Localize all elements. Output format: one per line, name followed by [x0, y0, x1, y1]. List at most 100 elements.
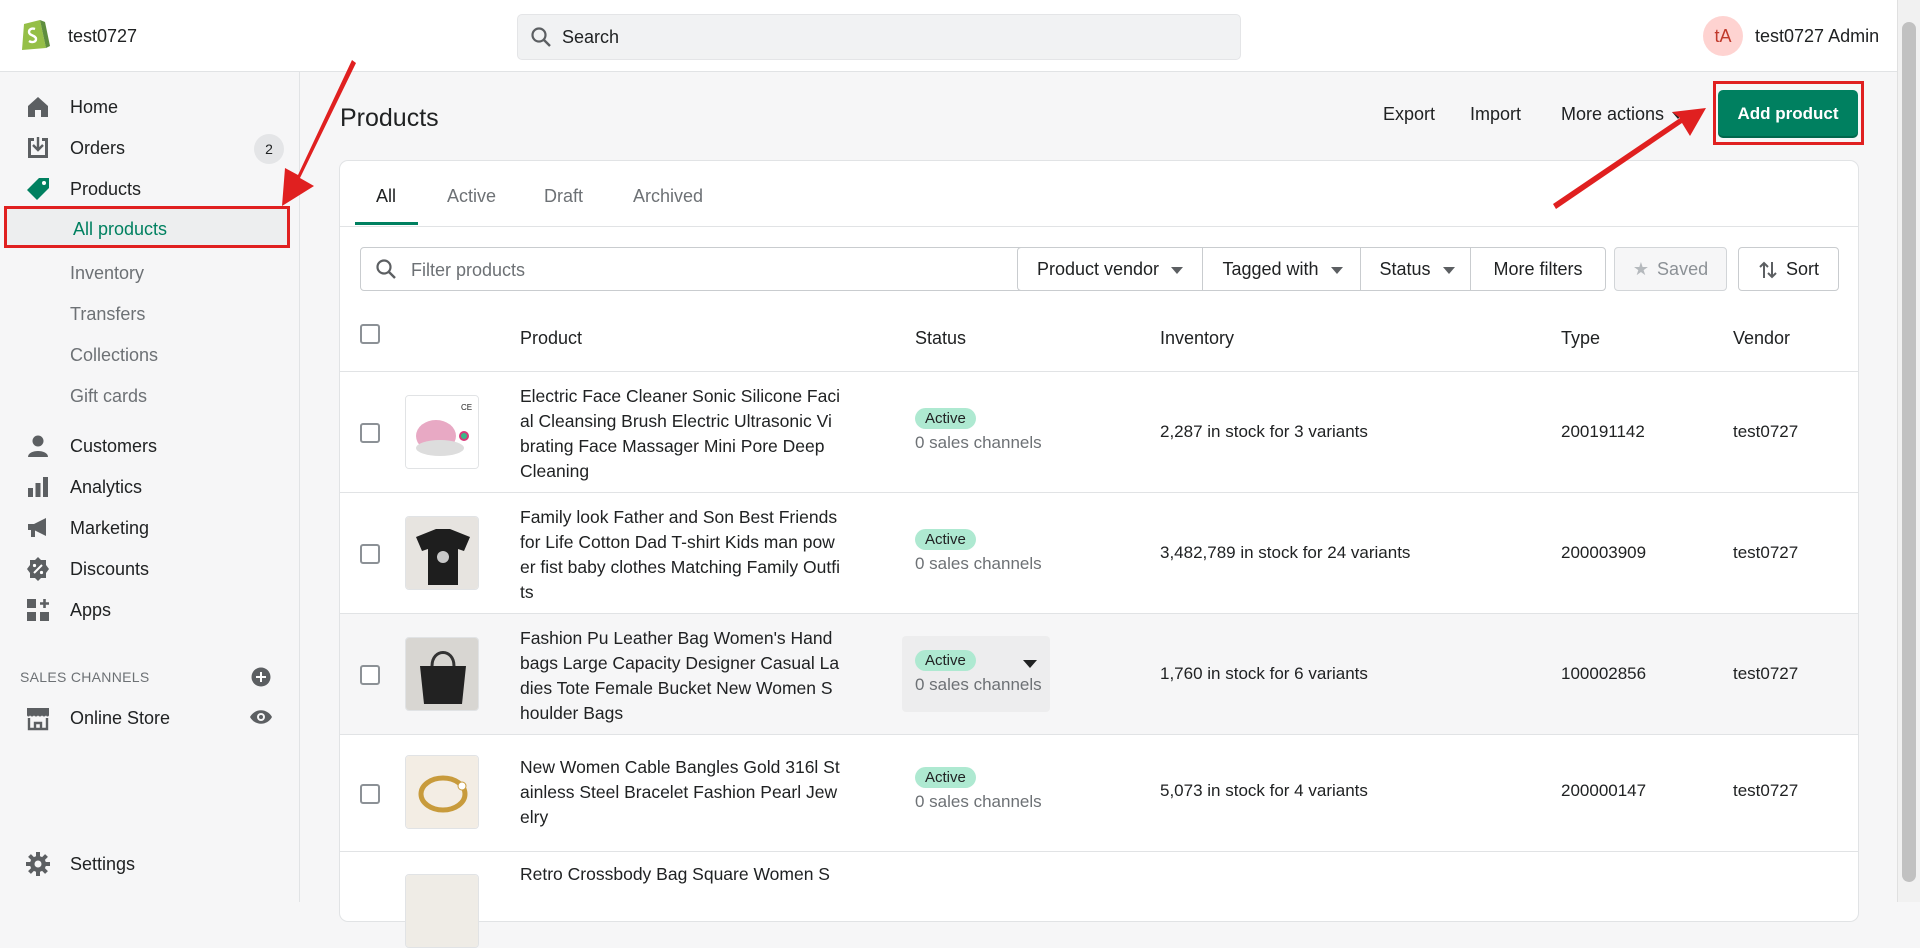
store-name[interactable]: test0727 [68, 26, 137, 47]
scrollbar-thumb[interactable] [1902, 22, 1916, 882]
status-cell[interactable]: Active 0 sales channels [915, 408, 1042, 453]
sidebar-item-label: Online Store [70, 708, 171, 728]
sidebar-item-all-products[interactable]: All products [4, 206, 290, 248]
product-thumbnail[interactable] [405, 516, 479, 590]
sidebar-item-discounts[interactable]: Discounts [0, 551, 299, 587]
product-thumbnail[interactable] [405, 874, 479, 948]
discount-icon [27, 557, 49, 581]
sidebar-item-label: Customers [70, 436, 158, 456]
type-text: 200000147 [1561, 781, 1647, 800]
saved-button[interactable]: ★ Saved [1614, 247, 1727, 291]
product-thumbnail[interactable] [405, 755, 479, 829]
crossbody-bag-image [406, 875, 478, 947]
product-name-link[interactable]: Retro Crossbody Bag Square Women S [520, 862, 840, 887]
vendor-text: test0727 [1733, 781, 1799, 800]
sidebar-item-label: Products [70, 179, 142, 199]
product-name-link[interactable]: Fashion Pu Leather Bag Women's Handbags … [520, 626, 840, 726]
svg-text:CE: CE [461, 403, 472, 412]
status-dropdown-icon[interactable] [1023, 660, 1037, 668]
store-icon [27, 708, 49, 731]
filter-label: Status [1379, 259, 1431, 279]
column-header-type[interactable]: Type [1561, 328, 1600, 349]
status-badge: Active [915, 529, 976, 550]
chevron-down-icon [1171, 266, 1184, 274]
filter-label: Tagged with [1222, 259, 1319, 279]
row-checkbox[interactable] [360, 665, 380, 685]
add-product-button[interactable]: Add product [1718, 90, 1858, 138]
product-thumbnail[interactable] [405, 637, 479, 711]
tagged-with-filter[interactable]: Tagged with [1202, 247, 1363, 291]
type-text: 200003909 [1561, 543, 1647, 562]
status-filter[interactable]: Status [1360, 247, 1474, 291]
row-checkbox[interactable] [360, 544, 380, 564]
scrollbar[interactable] [1897, 0, 1920, 902]
status-cell[interactable]: Active 0 sales channels [915, 529, 1042, 574]
bracelet-image [406, 756, 478, 828]
product-thumbnail[interactable]: CE [405, 395, 479, 469]
table-row[interactable]: New Women Cable Bangles Gold 316l Stainl… [340, 734, 1858, 852]
sidebar-item-label: All products [73, 219, 168, 239]
column-header-inventory[interactable]: Inventory [1160, 328, 1234, 349]
tab-draft[interactable]: Draft [544, 186, 583, 207]
products-card: All Active Draft Archived Filter product… [340, 161, 1858, 948]
inventory-text: 2,287 in stock for 3 variants [1160, 422, 1368, 441]
table-row[interactable]: Fashion Pu Leather Bag Women's Handbags … [340, 613, 1858, 735]
column-header-vendor[interactable]: Vendor [1733, 328, 1790, 349]
sidebar-item-marketing[interactable]: Marketing [0, 510, 299, 546]
tshirt-image [406, 517, 478, 589]
shopify-logo-icon[interactable] [18, 16, 50, 52]
product-name-link[interactable]: Family look Father and Son Best Friends … [520, 505, 840, 605]
home-icon [28, 97, 48, 117]
filter-placeholder: Filter products [411, 260, 526, 280]
sidebar-item-settings[interactable]: Settings [0, 846, 299, 882]
sales-channels-title: SALES CHANNELS [20, 669, 150, 685]
export-button[interactable]: Export [1383, 104, 1435, 125]
sidebar-item-apps[interactable]: Apps [0, 592, 299, 628]
tab-active[interactable]: Active [447, 186, 496, 207]
tab-archived[interactable]: Archived [633, 186, 703, 207]
product-vendor-filter[interactable]: Product vendor [1017, 247, 1203, 291]
column-header-status[interactable]: Status [915, 328, 966, 349]
vendor-text: test0727 [1733, 543, 1799, 562]
sidebar-item-customers[interactable]: Customers [0, 428, 299, 464]
eye-icon[interactable] [249, 708, 273, 726]
product-name-link[interactable]: Electric Face Cleaner Sonic Silicone Fac… [520, 384, 840, 484]
product-name-link[interactable]: New Women Cable Bangles Gold 316l Stainl… [520, 755, 840, 830]
tab-all[interactable]: All [376, 186, 396, 207]
status-cell[interactable]: Active 0 sales channels [915, 767, 1042, 812]
table-row[interactable]: CE Electric Face Cleaner Sonic Silicone … [340, 371, 1858, 493]
sidebar-item-products[interactable]: Products [0, 171, 299, 207]
row-checkbox[interactable] [360, 423, 380, 443]
orders-icon [28, 137, 48, 158]
table-row[interactable]: Family look Father and Son Best Friends … [340, 492, 1858, 614]
row-checkbox[interactable] [360, 784, 380, 804]
person-icon [28, 435, 48, 457]
type-text: 100002856 [1561, 664, 1647, 683]
table-row[interactable]: Retro Crossbody Bag Square Women S [340, 851, 1858, 948]
sort-button[interactable]: Sort [1738, 247, 1839, 291]
filter-products-input[interactable]: Filter products [360, 247, 1026, 291]
select-all-checkbox[interactable] [360, 324, 380, 344]
tab-selected-indicator [355, 222, 418, 225]
gear-icon [26, 852, 50, 876]
sidebar-item-collections[interactable]: Collections [70, 345, 158, 366]
sidebar-item-analytics[interactable]: Analytics [0, 469, 299, 505]
sidebar-item-label: Discounts [70, 559, 150, 579]
more-filters-button[interactable]: More filters [1470, 247, 1606, 291]
search-input[interactable]: Search [517, 14, 1241, 60]
avatar[interactable]: tA [1703, 16, 1743, 56]
sidebar-item-gift-cards[interactable]: Gift cards [70, 386, 147, 407]
admin-name[interactable]: test0727 Admin [1755, 26, 1879, 47]
sidebar-item-home[interactable]: Home [0, 89, 299, 125]
top-bar: test0727 Search tA test0727 Admin [0, 0, 1898, 72]
add-channel-icon[interactable] [251, 667, 271, 687]
sidebar-item-transfers[interactable]: Transfers [70, 304, 145, 325]
import-button[interactable]: Import [1470, 104, 1521, 125]
vendor-text: test0727 [1733, 664, 1799, 683]
status-cell[interactable]: Active 0 sales channels [915, 650, 1042, 695]
bar-chart-icon [28, 477, 48, 497]
column-header-product[interactable]: Product [520, 328, 582, 349]
more-actions-button[interactable]: More actions [1561, 104, 1685, 125]
sidebar-item-inventory[interactable]: Inventory [70, 263, 144, 284]
handbag-image [406, 638, 478, 710]
